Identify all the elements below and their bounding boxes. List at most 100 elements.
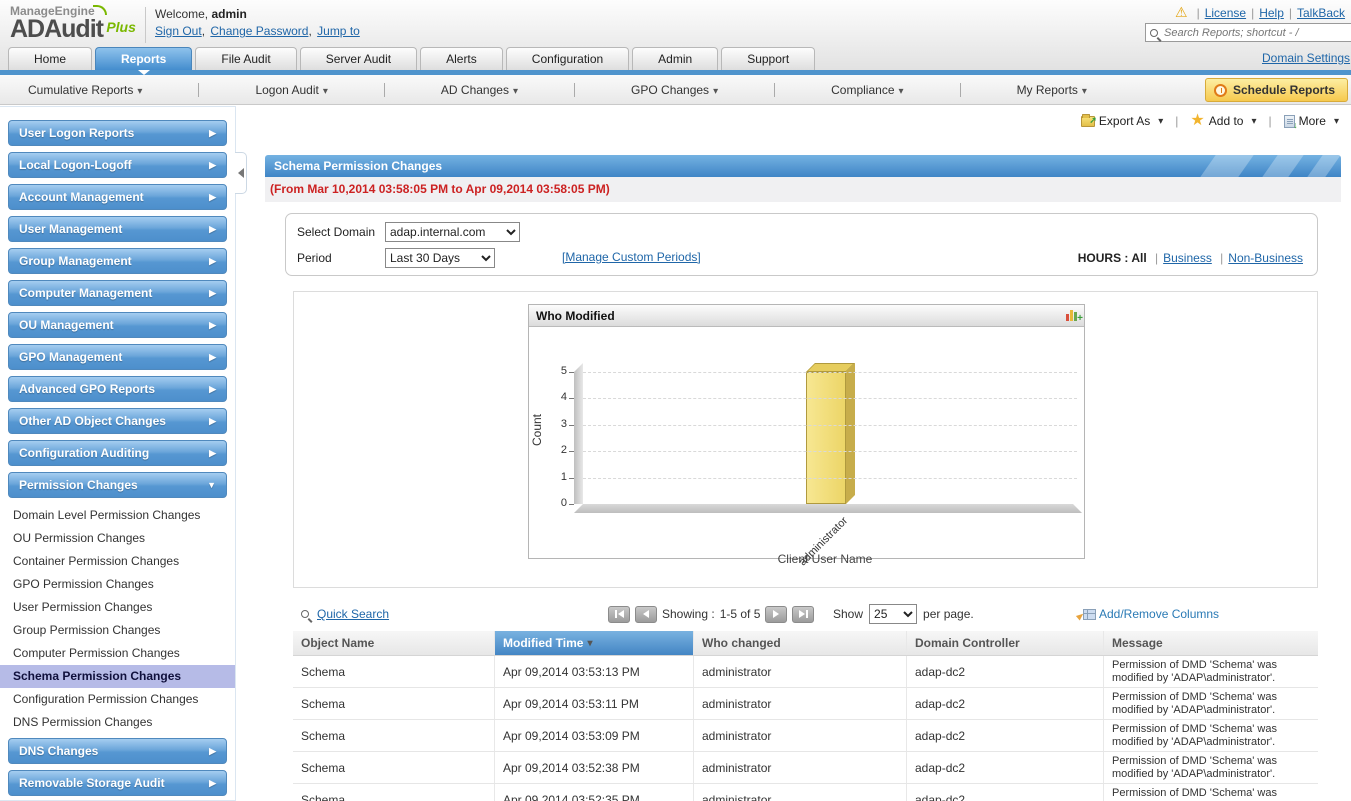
- sidebar-item-local-logon-logoff[interactable]: Local Logon-Logoff▶: [8, 152, 227, 178]
- chevron-right-icon: ▶: [209, 416, 216, 427]
- menu-logon-audit[interactable]: Logon Audit: [255, 83, 327, 97]
- tab-reports[interactable]: Reports: [95, 47, 192, 70]
- table-row[interactable]: Schema Apr 09,2014 03:52:38 PM administr…: [293, 752, 1318, 784]
- next-page-button[interactable]: [765, 606, 787, 623]
- sidebar-item-other-ad-object-changes[interactable]: Other AD Object Changes▶: [8, 408, 227, 434]
- menu-compliance[interactable]: Compliance: [831, 83, 903, 97]
- schedule-reports-button[interactable]: Schedule Reports: [1205, 78, 1348, 102]
- table-row[interactable]: Schema Apr 09,2014 03:53:09 PM administr…: [293, 720, 1318, 752]
- chevron-right-icon: ▶: [209, 160, 216, 171]
- tab-alerts[interactable]: Alerts: [420, 47, 503, 70]
- sidebar-item-group-management[interactable]: Group Management▶: [8, 248, 227, 274]
- subnav-separator: [960, 83, 961, 97]
- sidebar-item-ou-management[interactable]: OU Management▶: [8, 312, 227, 338]
- menu-gpo-changes[interactable]: GPO Changes: [631, 83, 718, 97]
- table-row[interactable]: Schema Apr 09,2014 03:52:35 PM administr…: [293, 784, 1318, 801]
- subnav-separator: [198, 83, 199, 97]
- sidebar-collapse-handle[interactable]: [235, 152, 247, 194]
- column-modified-time[interactable]: Modified Time: [495, 631, 694, 655]
- sidebar-item-configuration-auditing[interactable]: Configuration Auditing▶: [8, 440, 227, 466]
- page-size-select[interactable]: 25: [869, 604, 917, 624]
- tab-server-audit[interactable]: Server Audit: [300, 47, 417, 70]
- column-object-name[interactable]: Object Name: [293, 631, 495, 655]
- jump-to-link[interactable]: Jump to: [317, 24, 360, 38]
- submenu-computer-permission-changes[interactable]: Computer Permission Changes: [0, 642, 235, 665]
- more-button[interactable]: More: [1284, 114, 1339, 128]
- table-row[interactable]: Schema Apr 09,2014 03:53:13 PM administr…: [293, 656, 1318, 688]
- tab-configuration[interactable]: Configuration: [506, 47, 629, 70]
- first-page-button[interactable]: [608, 606, 630, 623]
- manage-custom-periods-link[interactable]: [Manage Custom Periods]: [562, 250, 701, 264]
- column-who-changed[interactable]: Who changed: [694, 631, 907, 655]
- period-select[interactable]: Last 30 Days: [385, 248, 495, 268]
- search-input[interactable]: [1162, 26, 1351, 40]
- submenu-schema-permission-changes[interactable]: Schema Permission Changes: [0, 665, 235, 688]
- column-domain-controller[interactable]: Domain Controller: [907, 631, 1104, 655]
- menu-cumulative-reports[interactable]: Cumulative Reports: [28, 83, 142, 97]
- tab-file-audit[interactable]: File Audit: [195, 47, 296, 70]
- bar-administrator[interactable]: [806, 372, 846, 504]
- hours-all-label[interactable]: HOURS : All: [1078, 251, 1147, 265]
- chevron-right-icon: ▶: [209, 288, 216, 299]
- sidebar-item-permission-changes[interactable]: Permission Changes▼: [8, 472, 227, 498]
- titlebar-stripe: [1197, 155, 1257, 177]
- submenu-user-permission-changes[interactable]: User Permission Changes: [0, 596, 235, 619]
- report-title-bar: Schema Permission Changes: [265, 155, 1341, 177]
- sidebar-item-gpo-management[interactable]: GPO Management▶: [8, 344, 227, 370]
- chart-type-icon[interactable]: +: [1066, 310, 1077, 321]
- y-tick-mark: [569, 478, 574, 479]
- showing-label: Showing :: [662, 607, 715, 621]
- domain-settings-link[interactable]: Domain Settings: [1262, 51, 1350, 65]
- sidebar-item-account-management[interactable]: Account Management▶: [8, 184, 227, 210]
- submenu-configuration-permission-changes[interactable]: Configuration Permission Changes: [0, 688, 235, 711]
- y-tick-mark: [569, 504, 574, 505]
- domain-select[interactable]: adap.internal.com: [385, 222, 520, 242]
- change-password-link[interactable]: Change Password: [210, 24, 313, 38]
- add-to-button[interactable]: ★Add to: [1190, 114, 1256, 128]
- talkback-link[interactable]: TalkBack: [1297, 6, 1345, 20]
- sidebar-item-user-management[interactable]: User Management▶: [8, 216, 227, 242]
- subnav-separator: [384, 83, 385, 97]
- hours-non-business-link[interactable]: Non-Business: [1228, 251, 1303, 265]
- submenu-dns-permission-changes[interactable]: DNS Permission Changes: [0, 711, 235, 734]
- hours-business-link[interactable]: Business: [1163, 251, 1212, 265]
- y-tick-label: 4: [539, 391, 567, 403]
- submenu-domain-level-permission-changes[interactable]: Domain Level Permission Changes: [0, 504, 235, 527]
- column-message[interactable]: Message: [1104, 631, 1318, 655]
- sidebar-item-removable-storage-audit[interactable]: Removable Storage Audit▶: [8, 770, 227, 796]
- star-icon: ★: [1190, 114, 1204, 128]
- sidebar-item-advanced-gpo-reports[interactable]: Advanced GPO Reports▶: [8, 376, 227, 402]
- warning-icon[interactable]: ⚠: [1175, 4, 1188, 20]
- submenu-gpo-permission-changes[interactable]: GPO Permission Changes: [0, 573, 235, 596]
- tab-admin[interactable]: Admin: [632, 47, 718, 70]
- submenu-container-permission-changes[interactable]: Container Permission Changes: [0, 550, 235, 573]
- y-tick-mark: [569, 425, 574, 426]
- export-as-button[interactable]: Export As: [1081, 114, 1163, 128]
- submenu-ou-permission-changes[interactable]: OU Permission Changes: [0, 527, 235, 550]
- last-page-button[interactable]: [792, 606, 814, 623]
- sign-out-link[interactable]: Sign Out: [155, 24, 207, 38]
- sidebar-item-computer-management[interactable]: Computer Management▶: [8, 280, 227, 306]
- sidebar-item-user-logon-reports[interactable]: User Logon Reports▶: [8, 120, 227, 146]
- y-tick-mark: [569, 398, 574, 399]
- chevron-right-icon: ▶: [209, 256, 216, 267]
- report-date-range: (From Mar 10,2014 03:58:05 PM to Apr 09,…: [265, 177, 1341, 202]
- tab-support[interactable]: Support: [721, 47, 815, 70]
- menu-ad-changes[interactable]: AD Changes: [441, 83, 518, 97]
- add-remove-columns-button[interactable]: Add/Remove Columns: [1083, 607, 1219, 621]
- header-divider: [145, 7, 146, 43]
- quick-search-button[interactable]: Quick Search: [301, 607, 389, 621]
- tab-home[interactable]: Home: [8, 47, 92, 70]
- license-link[interactable]: License: [1205, 6, 1246, 20]
- logo-swoosh-icon: [93, 5, 107, 15]
- table-controls: Quick Search Showing : 1-5 of 5 Show 25 …: [293, 599, 1318, 629]
- chart-3d-floor: [574, 504, 1082, 513]
- previous-page-button[interactable]: [635, 606, 657, 623]
- sidebar-item-dns-changes[interactable]: DNS Changes▶: [8, 738, 227, 764]
- report-search-box[interactable]: [1145, 23, 1351, 42]
- y-tick-label: 5: [539, 365, 567, 377]
- menu-my-reports[interactable]: My Reports: [1017, 83, 1087, 97]
- submenu-group-permission-changes[interactable]: Group Permission Changes: [0, 619, 235, 642]
- help-link[interactable]: Help: [1259, 6, 1284, 20]
- table-row[interactable]: Schema Apr 09,2014 03:53:11 PM administr…: [293, 688, 1318, 720]
